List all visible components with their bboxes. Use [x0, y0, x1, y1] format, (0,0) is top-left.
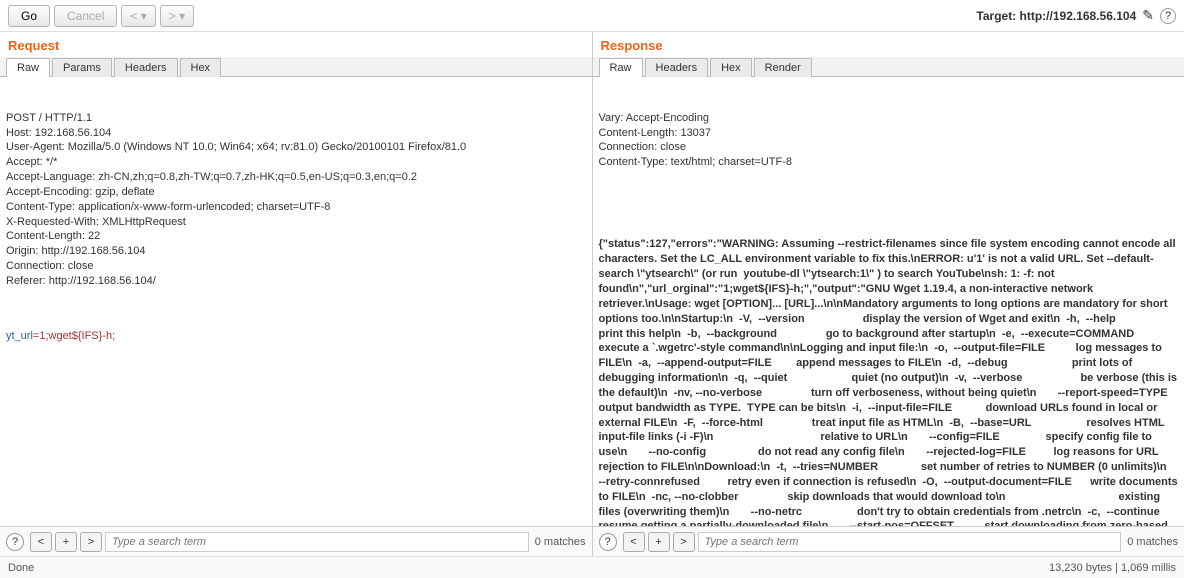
request-body: yt_url=1;wget${IFS}-h; — [6, 329, 586, 344]
request-title: Request — [0, 32, 592, 57]
tab-hex[interactable]: Hex — [180, 58, 222, 77]
back-button[interactable]: < ▾ — [121, 5, 155, 27]
help-icon[interactable]: ? — [1160, 8, 1176, 24]
response-tabs: Raw Headers Hex Render — [593, 57, 1184, 77]
cancel-button[interactable]: Cancel — [54, 5, 117, 27]
response-content[interactable]: Vary: Accept-Encoding Content-Length: 13… — [593, 77, 1184, 526]
tab-raw[interactable]: Raw — [6, 58, 50, 77]
response-search-bar: ? < + > 0 matches — [593, 526, 1184, 556]
response-search-next-button[interactable]: > — [673, 532, 695, 552]
request-search-prev-button[interactable]: < — [30, 532, 52, 552]
response-headers-text: Vary: Accept-Encoding Content-Length: 13… — [599, 111, 1179, 170]
request-search-help-icon[interactable]: ? — [6, 533, 24, 551]
target-label: Target: http://192.168.56.104 — [976, 9, 1136, 23]
response-body-text: {"status":127,"errors":"WARNING: Assumin… — [599, 237, 1179, 526]
tab-hex[interactable]: Hex — [710, 58, 752, 77]
go-button[interactable]: Go — [8, 5, 50, 27]
request-tabs: Raw Params Headers Hex — [0, 57, 592, 77]
request-panel: Request Raw Params Headers Hex POST / HT… — [0, 32, 593, 556]
topbar: Go Cancel < ▾ > ▾ Target: http://192.168… — [0, 0, 1184, 32]
response-panel: Response Raw Headers Hex Render Vary: Ac… — [593, 32, 1184, 556]
tab-raw[interactable]: Raw — [599, 58, 643, 77]
request-search-add-button[interactable]: + — [55, 532, 77, 552]
forward-button[interactable]: > ▾ — [160, 5, 194, 27]
status-left: Done — [8, 562, 34, 574]
request-search-bar: ? < + > 0 matches — [0, 526, 592, 556]
status-bar: Done 13,230 bytes | 1,069 millis — [0, 556, 1184, 578]
request-search-input[interactable] — [105, 532, 529, 552]
response-matches: 0 matches — [1127, 536, 1178, 548]
response-search-input[interactable] — [698, 532, 1122, 552]
tab-headers[interactable]: Headers — [114, 58, 178, 77]
request-search-next-button[interactable]: > — [80, 532, 102, 552]
request-matches: 0 matches — [535, 536, 586, 548]
tab-render[interactable]: Render — [754, 58, 812, 77]
tab-headers[interactable]: Headers — [645, 58, 709, 77]
response-search-add-button[interactable]: + — [648, 532, 670, 552]
edit-target-icon[interactable]: ✎ — [1142, 7, 1154, 24]
response-search-help-icon[interactable]: ? — [599, 533, 617, 551]
response-title: Response — [593, 32, 1184, 57]
request-content[interactable]: POST / HTTP/1.1 Host: 192.168.56.104 Use… — [0, 77, 592, 526]
response-search-prev-button[interactable]: < — [623, 532, 645, 552]
request-headers-text: POST / HTTP/1.1 Host: 192.168.56.104 Use… — [6, 111, 586, 289]
tab-params[interactable]: Params — [52, 58, 112, 77]
status-right: 13,230 bytes | 1,069 millis — [1049, 562, 1176, 574]
